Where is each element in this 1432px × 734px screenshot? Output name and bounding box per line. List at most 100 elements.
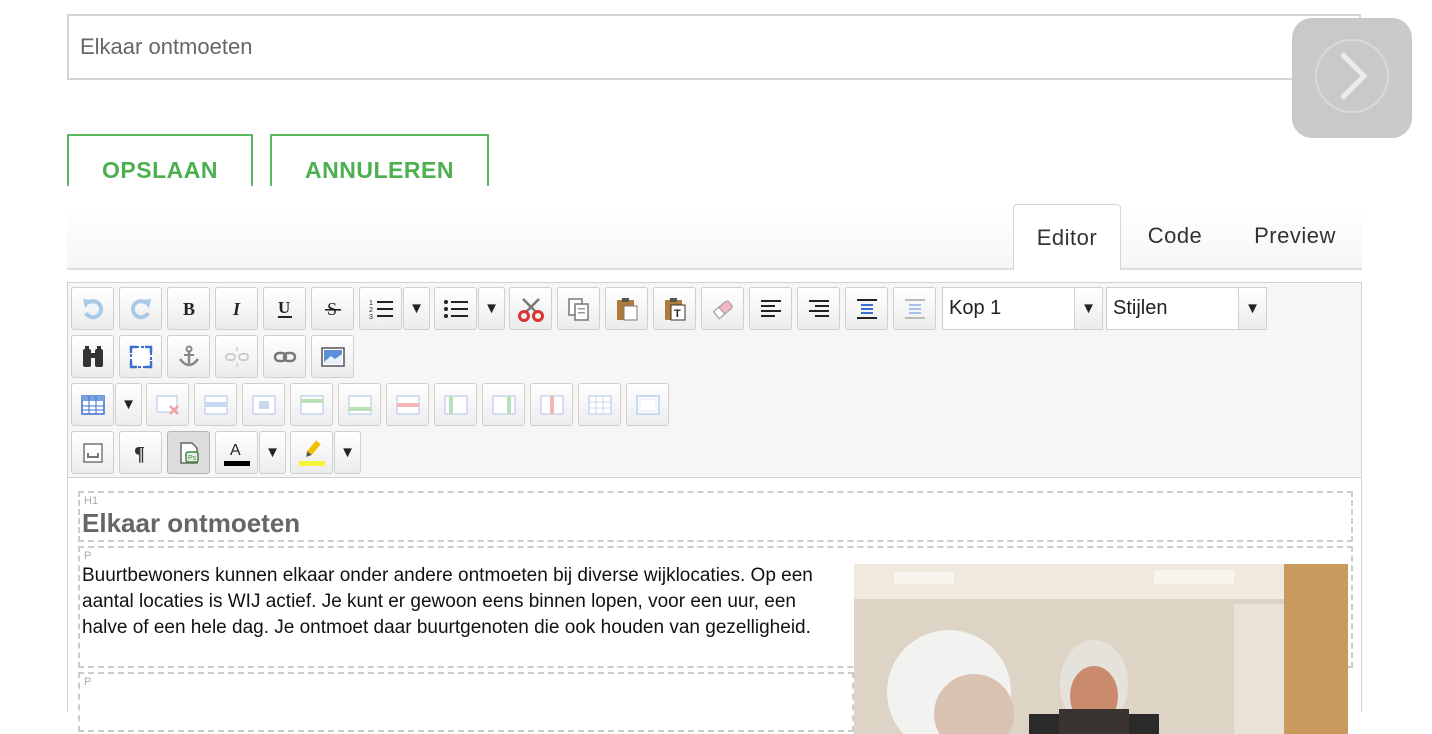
- delete-col-button[interactable]: [530, 383, 573, 426]
- strikethrough-button[interactable]: S: [311, 287, 354, 330]
- tab-editor[interactable]: Editor: [1013, 204, 1121, 270]
- table-row-icon: [203, 393, 229, 417]
- delete-table-button[interactable]: [146, 383, 189, 426]
- table-dropdown[interactable]: ▼: [115, 383, 142, 426]
- insert-col-after-button[interactable]: [482, 383, 525, 426]
- bold-button[interactable]: B: [167, 287, 210, 330]
- underline-button[interactable]: U: [263, 287, 306, 330]
- insert-row-before-button[interactable]: [290, 383, 333, 426]
- svg-text:I: I: [232, 299, 241, 319]
- cut-button[interactable]: [509, 287, 552, 330]
- merge-cells-icon: [635, 393, 661, 417]
- anchor-button[interactable]: [167, 335, 210, 378]
- table-cell-icon: [251, 393, 277, 417]
- chevron-right-icon: [1312, 36, 1392, 121]
- svg-text:1: 1: [369, 300, 373, 307]
- eraser-icon: [710, 296, 736, 322]
- find-button[interactable]: [71, 335, 114, 378]
- anchor-icon: [176, 344, 202, 370]
- undo-button[interactable]: [71, 287, 114, 330]
- unlink-button[interactable]: [215, 335, 258, 378]
- content-paragraph: Buurtbewoners kunnen elkaar onder andere…: [82, 565, 813, 638]
- binoculars-icon: [80, 344, 106, 370]
- indent-icon: [855, 297, 879, 321]
- scissors-icon: [517, 296, 545, 322]
- text-color-dropdown[interactable]: ▼: [259, 431, 286, 474]
- block-tag: H1: [84, 495, 99, 507]
- page-title-input[interactable]: [67, 14, 1361, 80]
- next-button[interactable]: [1292, 18, 1412, 138]
- document-icon: Ps: [176, 440, 202, 466]
- delete-row-icon: [395, 393, 421, 417]
- redo-button[interactable]: [119, 287, 162, 330]
- delete-row-button[interactable]: [386, 383, 429, 426]
- format-select[interactable]: Kop 1 ▼: [942, 287, 1103, 330]
- svg-text:T: T: [674, 308, 681, 320]
- bullet-list-icon: [443, 297, 469, 321]
- insert-row-after-button[interactable]: [338, 383, 381, 426]
- remove-format-button[interactable]: [701, 287, 744, 330]
- split-cells-button[interactable]: [578, 383, 621, 426]
- table-icon: [80, 393, 106, 417]
- highlight-color-button[interactable]: [290, 431, 333, 474]
- clipboard-text-icon: T: [662, 296, 688, 322]
- tab-preview[interactable]: Preview: [1237, 204, 1353, 268]
- cancel-button[interactable]: ANNULEREN: [270, 134, 489, 186]
- insert-col-before-button[interactable]: [434, 383, 477, 426]
- bullet-list-button[interactable]: [434, 287, 477, 330]
- align-left-button[interactable]: [749, 287, 792, 330]
- redo-icon: [128, 296, 154, 322]
- unlink-icon: [224, 344, 250, 370]
- caret-down-icon: ▼: [265, 444, 280, 461]
- paste-button[interactable]: [605, 287, 648, 330]
- numbered-list-dropdown[interactable]: ▼: [403, 287, 430, 330]
- text-color-button[interactable]: A: [215, 431, 258, 474]
- maximize-button[interactable]: [119, 335, 162, 378]
- paragraph-block-2[interactable]: P: [78, 672, 854, 732]
- editor-content-area[interactable]: H1 Elkaar ontmoeten P Buurtbewoners kunn…: [68, 478, 1361, 734]
- bullet-list-dropdown[interactable]: ▼: [478, 287, 505, 330]
- delete-table-icon: [155, 393, 181, 417]
- editor-toolbar: B I U S 123 ▼ ▼ T: [68, 283, 1361, 478]
- link-button[interactable]: [263, 335, 306, 378]
- align-left-icon: [759, 298, 783, 320]
- image-button[interactable]: [311, 335, 354, 378]
- align-right-button[interactable]: [797, 287, 840, 330]
- svg-text:Ps: Ps: [188, 455, 197, 462]
- image-icon: [320, 345, 346, 369]
- indent-button[interactable]: [845, 287, 888, 330]
- svg-text:A: A: [230, 442, 241, 459]
- styles-select-value: Stijlen: [1113, 297, 1168, 319]
- source-document-button[interactable]: Ps: [167, 431, 210, 474]
- save-button[interactable]: OPSLAAN: [67, 134, 253, 186]
- table-cell-props-button[interactable]: [242, 383, 285, 426]
- paragraph-marks-button[interactable]: ¶: [119, 431, 162, 474]
- align-right-icon: [807, 298, 831, 320]
- outdent-button[interactable]: [893, 287, 936, 330]
- svg-text:3: 3: [369, 314, 373, 321]
- table-button[interactable]: [71, 383, 114, 426]
- maximize-icon: [128, 344, 154, 370]
- numbered-list-button[interactable]: 123: [359, 287, 402, 330]
- merge-cells-button[interactable]: [626, 383, 669, 426]
- italic-button[interactable]: I: [215, 287, 258, 330]
- table-row-props-button[interactable]: [194, 383, 237, 426]
- highlight-color-dropdown[interactable]: ▼: [334, 431, 361, 474]
- pilcrow-icon: ¶: [131, 442, 151, 464]
- text-color-icon: A: [223, 438, 251, 468]
- styles-select[interactable]: Stijlen ▼: [1106, 287, 1267, 330]
- clipboard-icon: [614, 296, 640, 322]
- show-blocks-button[interactable]: [71, 431, 114, 474]
- content-photo[interactable]: [854, 564, 1348, 734]
- insert-row-before-icon: [299, 393, 325, 417]
- strikethrough-icon: S: [323, 299, 343, 319]
- caret-down-icon: ▼: [484, 300, 499, 317]
- svg-text:¶: ¶: [134, 443, 145, 464]
- block-tag: P: [84, 550, 92, 562]
- split-cells-icon: [587, 393, 613, 417]
- tab-code[interactable]: Code: [1127, 204, 1223, 268]
- copy-button[interactable]: [557, 287, 600, 330]
- content-heading: Elkaar ontmoeten: [82, 508, 301, 538]
- rich-text-editor: B I U S 123 ▼ ▼ T: [67, 282, 1362, 734]
- paste-text-button[interactable]: T: [653, 287, 696, 330]
